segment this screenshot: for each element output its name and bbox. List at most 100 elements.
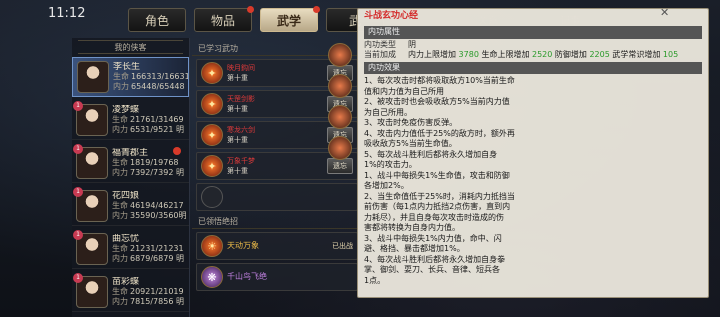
level-badge: 1 bbox=[73, 272, 83, 283]
hp-stat: 生命 46194/46217 bbox=[112, 201, 187, 211]
character-item[interactable]: 1 苗彩蝶 生命 20921/21019 内力 7815/7856 明 bbox=[72, 272, 189, 312]
character-name: 花四娘 bbox=[112, 190, 140, 201]
stat-label: 内力 bbox=[112, 210, 128, 220]
effect-line: 值和内力值为自己所用 bbox=[364, 86, 444, 96]
hp-stat: 生命 20921/21019 bbox=[112, 287, 184, 297]
fire-skill-icon: ✦ bbox=[201, 62, 223, 84]
ultimate-item[interactable]: ❋ 千山鸟飞绝 bbox=[196, 263, 358, 291]
avatar: 1 bbox=[73, 100, 108, 136]
skill-text: 万象千梦 第十重 bbox=[227, 156, 327, 176]
hp-value: 20921/21019 bbox=[130, 286, 184, 296]
stat-label: 生命 bbox=[112, 157, 128, 167]
character-item[interactable]: 李长生 生命 166313/16631 内力 65448/65448 bbox=[72, 57, 189, 97]
effect-line: 避、格挡、暴击都增加1%。 bbox=[364, 244, 465, 253]
level-badge: 1 bbox=[73, 229, 83, 240]
bonus-values: 内力上限增加 3780 生命上限增加 2520 防御增加 2205 武学常识增加… bbox=[408, 50, 678, 61]
skill-level: 第十重 bbox=[227, 136, 248, 144]
skill-icon[interactable] bbox=[328, 105, 352, 129]
notification-dot bbox=[173, 147, 181, 155]
ultimate-item[interactable]: ☀ 天动万象 已出战 bbox=[196, 232, 358, 260]
hp-value: 46194/46217 bbox=[130, 200, 184, 210]
mp-stat: 内力 35590/3560明 bbox=[112, 211, 187, 221]
close-icon[interactable]: ✕ bbox=[660, 6, 672, 19]
character-info: 花四娘 生命 46194/46217 内力 35590/3560明 bbox=[112, 191, 187, 221]
effect-line: 2、当生命值低于25%时，消耗内力抵挡当 bbox=[364, 191, 515, 201]
mp-stat: 内力 6531/9521 明 bbox=[112, 125, 184, 135]
avatar: 1 bbox=[73, 229, 108, 265]
bonus-text: 内力上限增加 bbox=[408, 50, 459, 59]
bonus-row: 当前加成 内力上限增加 3780 生命上限增加 2520 防御增加 2205 武… bbox=[364, 50, 702, 61]
character-list-panel: 我的侠客 李长生 生命 166313/16631 内力 65448/65448 1 … bbox=[72, 38, 190, 317]
skill-text: 映月鈎间 第十重 bbox=[227, 63, 327, 83]
purple-ultimate-icon: ❋ bbox=[201, 266, 223, 288]
type-row: 内功类型 阴 bbox=[364, 40, 702, 51]
ultimate-title: 已领悟绝招 bbox=[192, 215, 362, 229]
ultimate-name: 天动万象 bbox=[227, 241, 259, 250]
avatar: 1 bbox=[73, 186, 108, 222]
skill-text: 千山鸟飞绝 bbox=[227, 272, 357, 282]
hp-value: 166313/16631 bbox=[131, 72, 188, 81]
skill-level: 第十重 bbox=[227, 167, 248, 175]
skill-icon[interactable] bbox=[328, 43, 352, 67]
effect-line: 5、每次战斗胜利后都将永久增加自身 bbox=[364, 149, 498, 159]
effect-line: 害都将转换为自身内力值。 bbox=[364, 223, 460, 232]
character-item[interactable]: 1 曲忘忧 生命 21231/21231 内力 6879/6879 明 bbox=[72, 229, 189, 269]
mp-value: 7392/7392 明 bbox=[130, 167, 184, 177]
effect-line: 为自己所用。 bbox=[364, 107, 412, 117]
stat-label: 内力 bbox=[112, 296, 128, 306]
effect-line: 3、战斗中每损失1%内力值，命中、闪 bbox=[364, 233, 502, 243]
character-item[interactable]: 1 凌梦蝶 生命 21761/31469 内力 6531/9521 明 bbox=[72, 100, 189, 140]
effect-line: 前伤害（每1点内力抵挡2点伤害，直到内 bbox=[364, 202, 511, 211]
tooltip-title: 斗战玄功心经 bbox=[364, 11, 419, 21]
character-item[interactable]: 1 花四娘 生命 46194/46217 内力 35590/3560明 bbox=[72, 186, 189, 226]
mp-value: 35590/3560明 bbox=[130, 210, 187, 220]
bonus-value: 2205 bbox=[589, 50, 610, 59]
tab-character[interactable]: 角色 bbox=[128, 8, 186, 32]
effect-line: 2、被攻击时也会吸收敌方5%当前内力值 bbox=[364, 97, 510, 106]
hp-stat: 生命 21231/21231 bbox=[112, 244, 184, 254]
notification-dot bbox=[313, 6, 320, 13]
character-name: 曲忘忧 bbox=[112, 233, 140, 244]
tab-label: 角色 bbox=[144, 13, 169, 28]
character-info: 凌梦蝶 生命 21761/31469 内力 6531/9521 明 bbox=[112, 105, 184, 135]
character-item[interactable]: 1 福菁郡主 生命 1819/19768 内力 7392/7392 明 bbox=[72, 143, 189, 183]
effect-line: 1、战斗中每损失1%生命值，攻击和防御 bbox=[364, 170, 510, 180]
level-badge: 1 bbox=[73, 143, 83, 154]
stat-label: 内力 bbox=[112, 253, 128, 263]
character-name: 李长生 bbox=[113, 62, 141, 72]
effect-line: 掌、御剑、耍刀、长兵、音律、短兵各 bbox=[364, 265, 500, 274]
empty-slot-icon bbox=[201, 186, 223, 208]
skill-text: 天动万象 bbox=[227, 241, 332, 251]
mp-value: 6879/6879 明 bbox=[130, 253, 184, 263]
character-info: 李长生 生命 166313/16631 内力 65448/65448 bbox=[113, 62, 188, 92]
clock: 11:12 bbox=[48, 6, 86, 21]
skill-icon[interactable] bbox=[328, 136, 352, 160]
skill-text: 天罡剑影 第十重 bbox=[227, 94, 327, 114]
skill-name: 天罡剑影 bbox=[227, 95, 255, 103]
fire-skill-icon: ✦ bbox=[201, 155, 223, 177]
avatar bbox=[77, 61, 109, 93]
skill-icon[interactable] bbox=[328, 74, 352, 98]
notification-dot bbox=[247, 6, 254, 13]
sun-ultimate-icon: ☀ bbox=[201, 235, 223, 257]
tooltip-section-attr: 内功属性 bbox=[364, 26, 702, 39]
empty-skill-slot[interactable] bbox=[196, 183, 358, 211]
effect-line: 力耗尽），并且自身每次攻击时造成的伤 bbox=[364, 212, 504, 222]
stat-label: 生命 bbox=[112, 200, 128, 210]
hp-stat: 生命 1819/19768 bbox=[112, 158, 184, 168]
stat-label: 生命 bbox=[113, 72, 129, 81]
skill-icon-column bbox=[328, 38, 358, 167]
effects-list: 1、每次攻击时都将吸取敌方10%当前生命 值和内力值为自己所用 2、被攻击时也会… bbox=[364, 76, 702, 286]
effect-line: 1、每次攻击时都将吸取敌方10%当前生命 bbox=[364, 76, 515, 85]
skill-text: 寒龙六剑 第十重 bbox=[227, 125, 327, 145]
stat-label: 内力 bbox=[113, 82, 129, 91]
type-label: 内功类型 bbox=[364, 39, 396, 49]
tab-items[interactable]: 物品 bbox=[194, 6, 254, 32]
hp-value: 21761/31469 bbox=[130, 114, 184, 124]
tab-martial-arts[interactable]: 武学 bbox=[260, 6, 320, 32]
effect-line: 4、每次战斗胜利后都将永久增加自身拳 bbox=[364, 254, 506, 264]
character-info: 苗彩蝶 生命 20921/21019 内力 7815/7856 明 bbox=[112, 277, 184, 307]
mp-value: 6531/9521 明 bbox=[130, 124, 184, 134]
tab-label: 物品 bbox=[210, 13, 235, 28]
hp-stat: 生命 21761/31469 bbox=[112, 115, 184, 125]
